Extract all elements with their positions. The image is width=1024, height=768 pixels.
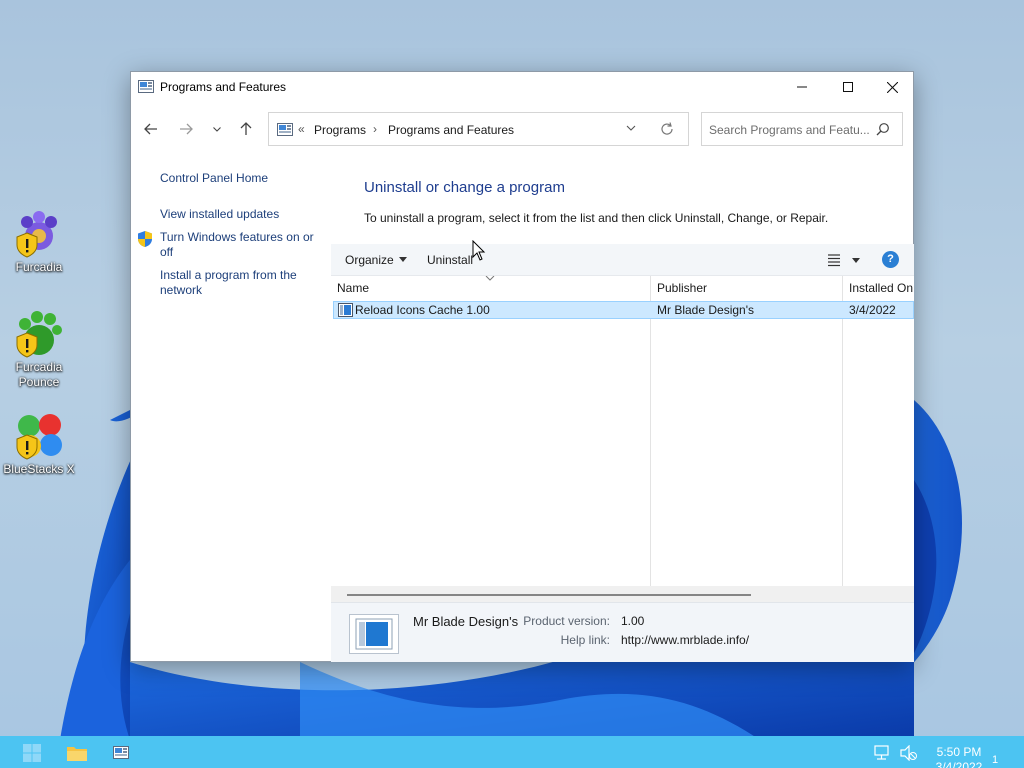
desktop-icon-label: Furcadia xyxy=(15,260,63,274)
program-publisher: Mr Blade Design's xyxy=(657,303,754,317)
windows-logo-icon xyxy=(23,744,41,762)
desktop-icon-label: BlueStacks X xyxy=(3,462,75,476)
chevron-down-icon xyxy=(399,257,407,262)
breadcrumb-separator: › xyxy=(373,122,377,136)
column-header-publisher[interactable]: Publisher xyxy=(651,276,842,300)
warning-shield-icon xyxy=(16,232,38,258)
back-button[interactable] xyxy=(139,117,163,141)
chevron-down-icon xyxy=(213,126,221,132)
control-panel-icon xyxy=(113,746,129,759)
program-installed-on: 3/4/2022 xyxy=(849,303,896,317)
column-divider[interactable] xyxy=(650,276,651,586)
organize-button[interactable]: Organize xyxy=(345,253,394,267)
product-version-label: Product version: xyxy=(523,614,610,628)
volume-tray-button[interactable] xyxy=(897,741,921,765)
help-link-label: Help link: xyxy=(560,633,610,647)
scrollbar-thumb[interactable] xyxy=(347,594,751,596)
control-panel-icon xyxy=(277,123,293,136)
clock-time: 5:50 PM xyxy=(936,745,982,759)
control-panel-icon xyxy=(138,80,154,93)
bluestacks-x-icon xyxy=(15,412,63,460)
breadcrumb-programs-and-features[interactable]: Programs and Features xyxy=(388,123,514,137)
furcadia-paw-icon xyxy=(15,210,63,258)
column-header-installed-on[interactable]: Installed On xyxy=(843,276,914,300)
refresh-icon[interactable] xyxy=(659,121,675,137)
program-thumbnail xyxy=(349,614,399,654)
search-box[interactable] xyxy=(701,112,903,146)
warning-shield-icon xyxy=(16,332,38,358)
help-icon[interactable]: ? xyxy=(882,251,899,268)
up-button[interactable] xyxy=(234,117,258,141)
page-title: Uninstall or change a program xyxy=(364,179,565,196)
uninstall-button[interactable]: Uninstall xyxy=(427,253,473,267)
desktop-icon-furcadia[interactable]: Furcadia xyxy=(1,210,77,275)
overflow-chevron[interactable]: « xyxy=(298,122,305,136)
view-options-icon[interactable] xyxy=(828,252,868,268)
folder-icon xyxy=(67,747,87,761)
install-from-network-link[interactable]: Install a program from the network xyxy=(160,268,297,297)
help-link-value[interactable]: http://www.mrblade.info/ xyxy=(621,633,749,647)
desktop-icon-furcadia-pounce[interactable]: Furcadia Pounce xyxy=(1,310,77,390)
window-title: Programs and Features xyxy=(160,80,287,94)
turn-windows-features-link[interactable]: Turn Windows features on or off xyxy=(160,230,314,259)
address-bar[interactable]: « Programs › Programs and Features xyxy=(268,112,689,146)
program-icon xyxy=(338,303,353,317)
program-name: Reload Icons Cache 1.00 xyxy=(355,303,490,317)
network-icon xyxy=(874,745,889,760)
minimize-icon xyxy=(797,86,807,88)
breadcrumb-programs[interactable]: Programs xyxy=(314,123,366,137)
arrow-right-icon xyxy=(180,123,193,135)
network-tray-button[interactable] xyxy=(871,741,895,765)
mouse-cursor-icon xyxy=(472,240,486,261)
control-panel-home-link[interactable]: Control Panel Home xyxy=(160,171,268,185)
command-bar: Organize Uninstall ? xyxy=(331,244,914,276)
search-icon[interactable] xyxy=(876,122,890,136)
desktop-icon-bluestacks-x[interactable]: BlueStacks X xyxy=(1,412,77,477)
system-clock[interactable]: 5:50 PM 3/4/2022 xyxy=(924,745,994,768)
arrow-up-icon xyxy=(240,122,252,135)
file-explorer-button[interactable] xyxy=(65,741,89,765)
programs-list: Name Publisher Installed On Reload Icons… xyxy=(331,276,914,586)
search-input[interactable] xyxy=(709,121,869,139)
clock-date: 3/4/2022 xyxy=(935,760,983,768)
details-publisher: Mr Blade Design's xyxy=(413,614,519,629)
minimize-button[interactable] xyxy=(779,72,825,102)
arrow-left-icon xyxy=(144,123,157,135)
start-button[interactable] xyxy=(20,741,44,765)
product-version-value: 1.00 xyxy=(621,614,645,628)
page-description: To uninstall a program, select it from t… xyxy=(364,211,829,225)
maximize-button[interactable] xyxy=(825,72,871,102)
view-installed-updates-link[interactable]: View installed updates xyxy=(160,207,279,221)
address-dropdown-icon[interactable] xyxy=(625,122,637,134)
notification-count[interactable]: 1 xyxy=(992,754,998,766)
horizontal-scrollbar[interactable] xyxy=(331,586,914,602)
control-panel-taskbar-button[interactable] xyxy=(109,741,133,765)
details-pane: Mr Blade Design's Product version: 1.00 … xyxy=(331,602,914,662)
close-button[interactable] xyxy=(869,72,915,102)
sort-ascending-icon xyxy=(485,276,495,281)
furcadia-pounce-icon xyxy=(15,310,63,358)
programs-and-features-window: Programs and Features « Programs › Progr… xyxy=(130,71,914,662)
maximize-icon xyxy=(843,82,853,92)
recent-locations-button[interactable] xyxy=(205,117,229,141)
table-row[interactable]: Reload Icons Cache 1.00 Mr Blade Design'… xyxy=(333,301,914,319)
title-bar[interactable]: Programs and Features xyxy=(131,72,913,102)
desktop-icon-label: Furcadia Pounce xyxy=(15,360,63,389)
forward-button[interactable] xyxy=(174,117,198,141)
uac-shield-icon xyxy=(138,231,152,247)
warning-shield-icon xyxy=(16,434,38,460)
close-icon xyxy=(886,81,898,93)
taskbar xyxy=(0,736,1024,768)
volume-muted-icon xyxy=(900,745,917,761)
column-divider[interactable] xyxy=(842,276,843,586)
